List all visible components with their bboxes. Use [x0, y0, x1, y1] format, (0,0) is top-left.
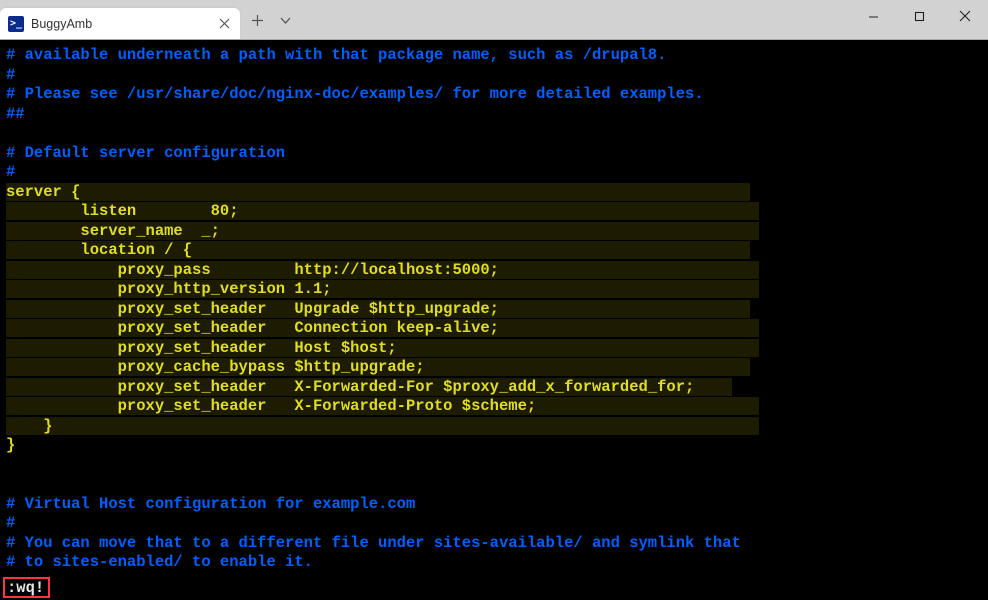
- tab-bar-buttons: [250, 0, 292, 40]
- server-block-pad: [425, 358, 751, 376]
- server-block-pad: [499, 261, 759, 279]
- config-comment: # to sites-enabled/ to enable it.: [6, 553, 313, 571]
- config-comment: # You can move that to a different file …: [6, 534, 741, 552]
- server-block-pad: [53, 417, 760, 435]
- server-block-line: proxy_set_header Upgrade $http_upgrade;: [6, 300, 499, 318]
- config-comment: # Default server configuration: [6, 144, 285, 162]
- server-block-pad: [192, 241, 750, 259]
- config-comment: # Please see /usr/share/doc/nginx-doc/ex…: [6, 85, 704, 103]
- server-block-pad: [499, 319, 759, 337]
- tab-title: BuggyAmb: [31, 17, 216, 31]
- server-block-line: }: [6, 436, 15, 454]
- title-bar: >_ BuggyAmb: [0, 0, 988, 40]
- server-block-line: proxy_set_header Host $host;: [6, 339, 397, 357]
- server-block-line: proxy_set_header X-Forwarded-Proto $sche…: [6, 397, 536, 415]
- server-block-line: proxy_http_version 1.1;: [6, 280, 332, 298]
- server-block-line: }: [6, 417, 53, 435]
- server-block-pad: [694, 378, 731, 396]
- server-block-pad: [80, 183, 750, 201]
- server-block-line: server_name _;: [6, 222, 220, 240]
- config-comment: #: [6, 514, 15, 532]
- server-block-line: proxy_set_header X-Forwarded-For $proxy_…: [6, 378, 694, 396]
- config-comment: #: [6, 66, 15, 84]
- server-block-line: proxy_pass http://localhost:5000;: [6, 261, 499, 279]
- server-block-line: proxy_set_header Connection keep-alive;: [6, 319, 499, 337]
- maximize-button[interactable]: [896, 0, 942, 32]
- server-block-pad: [499, 300, 750, 318]
- config-comment: # available underneath a path with that …: [6, 46, 666, 64]
- vim-command-input[interactable]: :wq!: [3, 577, 50, 598]
- server-block-pad: [536, 397, 759, 415]
- server-block-line: listen 80;: [6, 202, 239, 220]
- server-block-pad: [239, 202, 760, 220]
- server-block-pad: [397, 339, 760, 357]
- powershell-icon: >_: [8, 16, 24, 32]
- config-comment: # Virtual Host configuration for example…: [6, 495, 415, 513]
- server-block-line: proxy_cache_bypass $http_upgrade;: [6, 358, 425, 376]
- server-block-pad: [332, 280, 760, 298]
- window-controls: [850, 0, 988, 40]
- tab-dropdown-button[interactable]: [278, 13, 292, 27]
- server-block-pad: [220, 222, 760, 240]
- close-tab-button[interactable]: [216, 16, 232, 32]
- config-comment: #: [6, 163, 15, 181]
- new-tab-button[interactable]: [250, 13, 264, 27]
- tab-buggyamb[interactable]: >_ BuggyAmb: [0, 8, 240, 39]
- close-window-button[interactable]: [942, 0, 988, 32]
- config-comment: ##: [6, 105, 25, 123]
- server-block-line: server {: [6, 183, 80, 201]
- terminal-area[interactable]: # available underneath a path with that …: [0, 40, 988, 600]
- minimize-button[interactable]: [850, 0, 896, 32]
- server-block-line: location / {: [6, 241, 192, 259]
